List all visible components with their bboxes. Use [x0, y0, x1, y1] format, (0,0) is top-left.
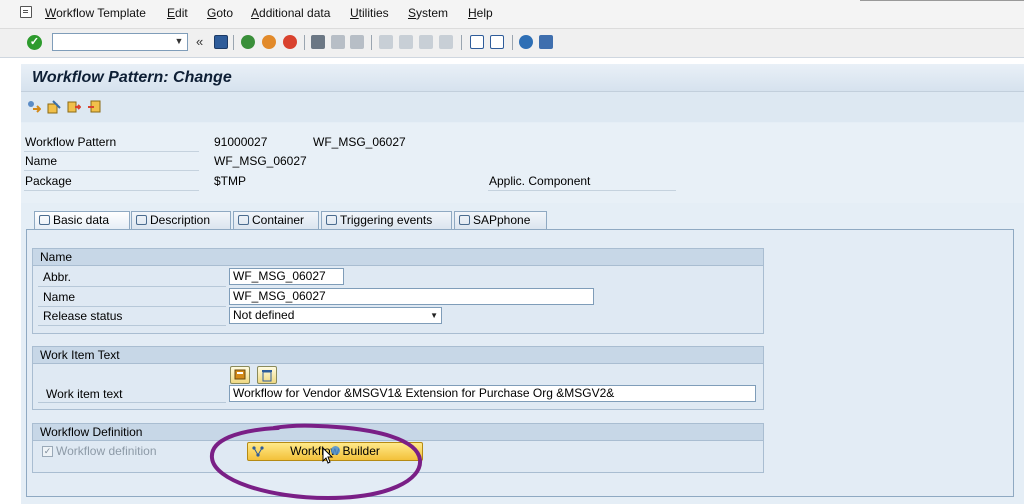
label-underline: [24, 170, 199, 171]
previous-page-icon[interactable]: [399, 35, 413, 49]
layout-menu-icon[interactable]: [539, 35, 553, 49]
toolbar-separator: [233, 35, 234, 50]
tab-label: Triggering events: [340, 213, 433, 227]
tab-label: Container: [252, 213, 305, 227]
work-item-text-group-title: Work Item Text: [33, 347, 763, 364]
name-value: WF_MSG_06027: [214, 154, 307, 168]
name-input[interactable]: WF_MSG_06027: [229, 288, 594, 305]
workflow-pattern-number: 91000027: [214, 135, 268, 149]
toolbar-separator: [512, 35, 513, 50]
menu-additional-data[interactable]: Additional data: [251, 6, 330, 20]
label-underline: [38, 286, 226, 287]
save-icon[interactable]: [214, 35, 228, 49]
cancel-icon[interactable]: [283, 35, 297, 49]
tab-label: SAPphone: [473, 213, 531, 227]
next-page-icon[interactable]: [419, 35, 433, 49]
tab-basic-data[interactable]: Basic data: [34, 211, 130, 229]
page-title: Workflow Pattern: Change: [32, 69, 232, 86]
toolbar-separator: [461, 35, 462, 50]
workflow-definition-checkbox[interactable]: ✓: [42, 446, 53, 457]
release-status-dropdown[interactable]: Not defined ▼: [229, 307, 442, 324]
tab-label: Description: [150, 213, 211, 227]
find-next-icon[interactable]: [350, 35, 364, 49]
applic-component-label: Applic. Component: [489, 174, 591, 188]
create-session-icon[interactable]: [470, 35, 484, 49]
menu-bar: Workflow Template Edit Goto Additional d…: [0, 0, 1024, 29]
label-underline: [38, 325, 226, 326]
package-label: Package: [25, 174, 72, 188]
label-underline: [488, 190, 676, 191]
print-icon[interactable]: [311, 35, 325, 49]
where-used-icon[interactable]: [87, 100, 101, 114]
workflow-pattern-label: Workflow Pattern: [25, 135, 117, 149]
other-object-icon[interactable]: [27, 100, 42, 114]
tab-description[interactable]: Description: [131, 211, 231, 229]
highlight-annotation: [209, 423, 423, 501]
mouse-cursor-icon: [322, 447, 334, 464]
exit-icon[interactable]: [262, 35, 276, 49]
label-underline: [38, 402, 226, 403]
menu-utilities[interactable]: Utilities: [350, 6, 389, 20]
release-status-label: Release status: [43, 309, 123, 323]
tab-triggering-events[interactable]: Triggering events: [321, 211, 452, 229]
collapse-icon[interactable]: «: [196, 34, 203, 49]
shortcut-icon[interactable]: [490, 35, 504, 49]
package-value: $TMP: [214, 174, 247, 188]
name-field-label: Name: [43, 290, 76, 304]
header-area: [21, 123, 1024, 203]
basic-data-icon: [39, 215, 50, 225]
menu-help[interactable]: Help: [468, 6, 493, 20]
help-icon[interactable]: [519, 35, 533, 49]
window-edge: [860, 0, 1024, 1]
tab-label: Basic data: [53, 213, 110, 227]
display-change-icon[interactable]: [47, 100, 61, 114]
enter-icon[interactable]: ✓: [27, 35, 42, 50]
command-field[interactable]: [52, 33, 188, 51]
abbr-label: Abbr.: [43, 270, 72, 284]
menu-system[interactable]: System: [408, 6, 448, 20]
toolbar-separator: [371, 35, 372, 50]
work-item-text-label: Work item text: [46, 387, 123, 401]
release-status-value: Not defined: [233, 308, 295, 322]
delete-icon[interactable]: [257, 366, 277, 384]
abbr-input[interactable]: WF_MSG_06027: [229, 268, 344, 285]
sapphone-icon: [459, 215, 470, 225]
name-group-title: Name: [33, 249, 763, 266]
last-page-icon[interactable]: [439, 35, 453, 49]
menu-workflow-template[interactable]: Workflow Template: [45, 6, 146, 20]
toolbar-separator: [304, 35, 305, 50]
label-underline: [24, 151, 199, 152]
find-icon[interactable]: [331, 35, 345, 49]
menu-goto[interactable]: Goto: [207, 6, 233, 20]
menu-edit[interactable]: Edit: [167, 6, 188, 20]
container-icon: [238, 215, 249, 225]
work-item-text-input[interactable]: Workflow for Vendor &MSGV1& Extension fo…: [229, 385, 756, 402]
system-menu-icon[interactable]: [20, 6, 32, 18]
insert-variable-button[interactable]: [230, 366, 250, 384]
tab-container[interactable]: Container: [233, 211, 319, 229]
label-underline: [38, 306, 226, 307]
chevron-down-icon[interactable]: ▼: [430, 308, 438, 323]
label-underline: [24, 190, 199, 191]
triggering-events-icon: [326, 215, 337, 225]
application-toolbar: [21, 92, 1024, 122]
command-dropdown-icon[interactable]: ▼: [172, 34, 186, 49]
first-page-icon[interactable]: [379, 35, 393, 49]
standard-toolbar: ✓ ▼ «: [0, 29, 1024, 58]
description-icon: [136, 215, 147, 225]
tab-sapphone[interactable]: SAPphone: [454, 211, 547, 229]
back-icon[interactable]: [241, 35, 255, 49]
copy-icon[interactable]: [67, 100, 82, 114]
name-label: Name: [25, 154, 58, 168]
workflow-definition-label: Workflow definition: [56, 444, 157, 458]
workflow-pattern-name: WF_MSG_06027: [313, 135, 406, 149]
